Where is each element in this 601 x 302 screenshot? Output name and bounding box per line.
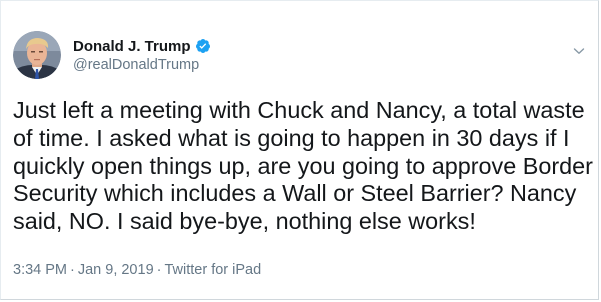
tweet-header: Donald J. Trump @realDonaldTrump (13, 31, 586, 85)
tweet-text: Just left a meeting with Chuck and Nancy… (13, 97, 593, 236)
avatar[interactable] (13, 31, 61, 79)
display-name-row: Donald J. Trump (73, 36, 211, 56)
meta-separator: · (156, 262, 162, 278)
display-name[interactable]: Donald J. Trump (73, 38, 191, 55)
chevron-down-icon[interactable] (573, 43, 585, 54)
meta-separator: · (70, 262, 75, 278)
tweet-text-line: of time. I asked what is going to happen… (13, 124, 570, 151)
author-handle[interactable]: @realDonaldTrump (73, 57, 211, 73)
tweet-source[interactable]: Twitter for iPad (164, 262, 261, 278)
tweet-text-line: Just left a meeting with Chuck and Nancy… (13, 97, 585, 123)
author-names: Donald J. Trump @realDonaldTrump (73, 36, 211, 73)
tweet-text-line: quickly open things up, are you going to… (13, 152, 593, 179)
tweet-time[interactable]: 3:34 PM (13, 262, 67, 278)
tweet-text-line: Security which includes a Wall or Steel … (13, 180, 577, 207)
tweet-text-line: said, NO. I said bye-bye, nothing else w… (13, 208, 476, 235)
tweet-meta: 3:34 PM · Jan 9, 2019 · Twitter for iPad (13, 262, 261, 278)
tweet-card: Donald J. Trump @realDonaldTrump Just le… (0, 0, 599, 300)
tweet-date[interactable]: Jan 9, 2019 (78, 262, 154, 278)
verified-badge-icon (195, 38, 211, 54)
avatar-image (13, 31, 61, 79)
